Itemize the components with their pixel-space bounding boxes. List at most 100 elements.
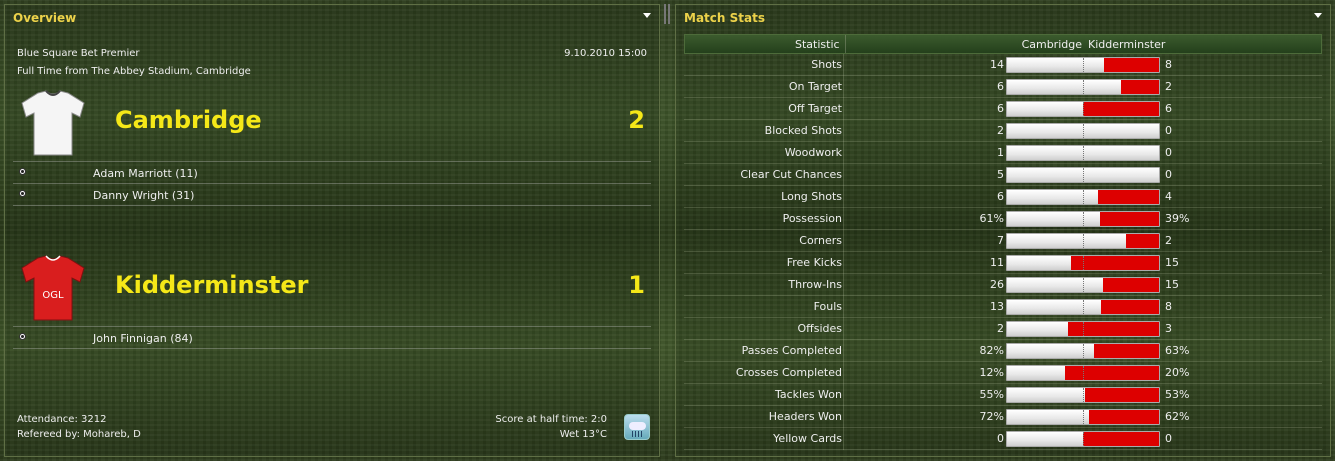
stat-label: Free Kicks <box>786 256 842 269</box>
stat-comparison-bar <box>1006 321 1160 337</box>
bar-midline <box>1083 80 1084 94</box>
column-separator <box>843 274 844 296</box>
panel-splitter[interactable] <box>663 4 671 457</box>
halftime-score: Score at half time: 2:0 <box>495 414 607 425</box>
column-separator <box>843 164 844 186</box>
header-separator <box>845 35 846 53</box>
stat-label: Possession <box>782 212 842 225</box>
goal-ball-icon <box>19 333 26 340</box>
stat-comparison-bar <box>1006 365 1160 381</box>
stats-row: On Target 6 2 <box>684 76 1322 98</box>
stats-row: Fouls 13 8 <box>684 296 1322 318</box>
home-stat-value: 1 <box>997 146 1004 159</box>
away-stat-value: 4 <box>1165 190 1172 203</box>
stat-comparison-bar <box>1006 233 1160 249</box>
away-stat-value: 62% <box>1165 410 1190 423</box>
overview-panel: Overview Blue Square Bet Premier 9.10.20… <box>4 4 660 457</box>
stats-row: Long Shots 6 4 <box>684 186 1322 208</box>
attendance-label: Attendance: 3212 <box>17 414 107 425</box>
bar-midline <box>1083 278 1084 292</box>
stat-label: Blocked Shots <box>764 124 842 137</box>
home-stat-value: 11 <box>990 256 1004 269</box>
home-stat-value: 61% <box>979 212 1004 225</box>
venue-label: Full Time from The Abbey Stadium, Cambri… <box>17 66 251 77</box>
kit-sponsor-text: OGL <box>42 290 64 301</box>
stat-comparison-bar <box>1006 79 1160 95</box>
stats-rows: Shots 14 8 On Target 6 2 Off Target 6 6 Blocked S… <box>684 54 1322 450</box>
stat-label: Throw-Ins <box>788 278 842 291</box>
column-separator <box>843 406 844 428</box>
stats-row: Corners 7 2 <box>684 230 1322 252</box>
home-score: 2 <box>628 106 645 134</box>
away-scorer: John Finnigan (84) <box>93 332 193 345</box>
stats-row: Clear Cut Chances 5 0 <box>684 164 1322 186</box>
match-stats-title: Match Stats <box>684 11 765 25</box>
stat-label: On Target <box>788 80 842 93</box>
header-home[interactable]: Cambridge <box>1022 38 1082 51</box>
divider <box>13 183 651 184</box>
home-share-fill <box>1007 322 1068 336</box>
home-team-name[interactable]: Cambridge <box>115 106 262 134</box>
bar-midline <box>1083 366 1084 380</box>
home-stat-value: 0 <box>997 432 1004 445</box>
stat-comparison-bar <box>1006 57 1160 73</box>
bar-midline <box>1083 432 1084 446</box>
collapse-stats-icon[interactable] <box>1314 13 1322 18</box>
column-separator <box>843 340 844 362</box>
away-stat-value: 3 <box>1165 322 1172 335</box>
home-stat-value: 55% <box>979 388 1004 401</box>
stats-row: Headers Won 72% 62% <box>684 406 1322 428</box>
stats-row: Woodwork 1 0 <box>684 142 1322 164</box>
column-separator <box>843 362 844 384</box>
home-scorer: Adam Marriott (11) <box>93 167 198 180</box>
home-stat-value: 12% <box>979 366 1004 379</box>
home-share-fill <box>1007 410 1090 424</box>
stats-row: Free Kicks 11 15 <box>684 252 1322 274</box>
divider <box>13 161 651 162</box>
away-stat-value: 20% <box>1165 366 1190 379</box>
rain-cloud-icon <box>624 414 650 440</box>
stats-row: Throw-Ins 26 15 <box>684 274 1322 296</box>
away-stat-value: 0 <box>1165 124 1172 137</box>
bar-midline <box>1083 212 1084 226</box>
stat-label: Tackles Won <box>774 388 842 401</box>
home-share-fill <box>1007 80 1121 94</box>
stat-label: Off Target <box>788 102 842 115</box>
stats-row: Yellow Cards 0 0 <box>684 428 1322 450</box>
stat-label: Clear Cut Chances <box>740 168 842 181</box>
bar-midline <box>1083 146 1084 160</box>
away-stat-value: 15 <box>1165 278 1179 291</box>
stat-label: Corners <box>799 234 842 247</box>
stats-row: Tackles Won 55% 53% <box>684 384 1322 406</box>
stat-comparison-bar <box>1006 167 1160 183</box>
home-share-fill <box>1007 234 1126 248</box>
stats-row: Off Target 6 6 <box>684 98 1322 120</box>
divider <box>13 326 651 327</box>
column-separator <box>843 296 844 318</box>
stats-row: Passes Completed 82% 63% <box>684 340 1322 362</box>
home-stat-value: 72% <box>979 410 1004 423</box>
stat-comparison-bar <box>1006 409 1160 425</box>
column-separator <box>843 384 844 406</box>
header-statistic[interactable]: Statistic <box>795 38 840 51</box>
away-stat-value: 0 <box>1165 146 1172 159</box>
stat-comparison-bar <box>1006 255 1160 271</box>
column-separator <box>843 98 844 120</box>
stats-table: Statistic Cambridge Kidderminster Shots 1… <box>684 34 1322 450</box>
stat-comparison-bar <box>1006 299 1160 315</box>
away-team-name[interactable]: Kidderminster <box>115 271 309 299</box>
home-share-fill <box>1007 278 1103 292</box>
header-away[interactable]: Kidderminster <box>1088 38 1165 51</box>
overview-title: Overview <box>13 11 77 25</box>
stat-comparison-bar <box>1006 431 1160 447</box>
home-stat-value: 5 <box>997 168 1004 181</box>
collapse-overview-icon[interactable] <box>643 13 651 18</box>
home-stat-value: 2 <box>997 124 1004 137</box>
stat-comparison-bar <box>1006 211 1160 227</box>
home-kit-icon <box>21 90 85 156</box>
away-stat-value: 39% <box>1165 212 1190 225</box>
stat-label: Yellow Cards <box>773 432 842 445</box>
stat-comparison-bar <box>1006 123 1160 139</box>
stat-label: Long Shots <box>781 190 842 203</box>
bar-midline <box>1083 124 1084 138</box>
